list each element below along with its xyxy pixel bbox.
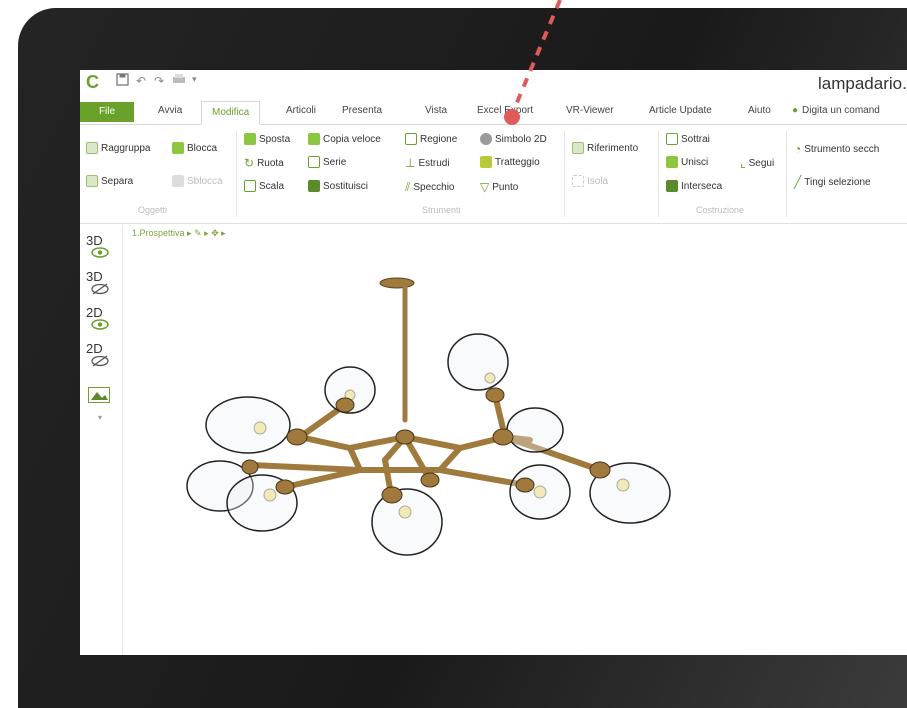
callout-pointer [504, 0, 562, 125]
callout-dashed-line [511, 0, 562, 113]
callout-dot [504, 109, 520, 125]
